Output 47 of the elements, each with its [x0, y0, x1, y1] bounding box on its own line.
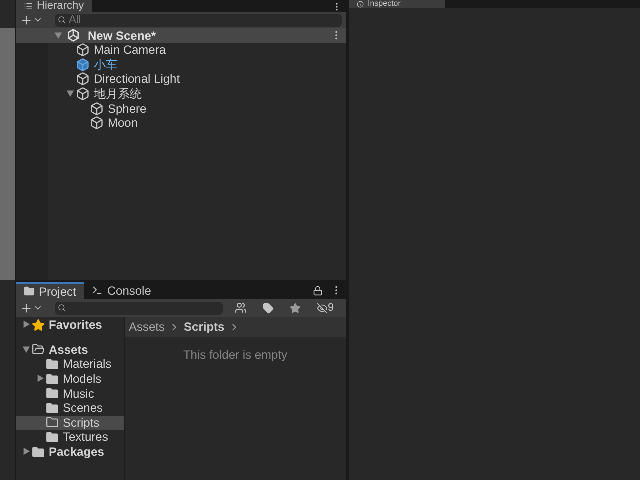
panel-tab[interactable]: Project	[16, 282, 84, 299]
info-icon	[357, 0, 364, 8]
breadcrumb-item[interactable]: Assets	[129, 318, 166, 336]
folder-icon	[46, 387, 59, 400]
inspector-tab[interactable]: Inspector	[349, 0, 445, 8]
filter-type-icon[interactable]	[235, 302, 247, 314]
search-field[interactable]: All	[55, 14, 342, 26]
search-icon	[58, 304, 66, 312]
lock-icon[interactable]	[313, 286, 323, 296]
collapsed-arrow-icon[interactable]	[22, 320, 30, 330]
list-icon	[24, 2, 33, 10]
folder-icon	[32, 446, 45, 459]
cube-icon	[90, 102, 104, 116]
scene-row[interactable]: New Scene*	[16, 28, 346, 43]
cube-icon	[76, 72, 90, 86]
cube-icon	[76, 87, 90, 102]
plus-icon	[20, 302, 33, 314]
folder-item[interactable]: Favorites	[49, 316, 102, 334]
star-icon[interactable]	[290, 302, 301, 314]
folder-icon	[24, 286, 35, 297]
cube-icon	[90, 116, 104, 130]
collapsed-arrow-icon[interactable]	[22, 447, 30, 456]
folder-icon	[46, 430, 59, 444]
folder-icon	[46, 416, 59, 430]
search-icon	[58, 16, 66, 24]
hidden-count-button[interactable]: 9	[317, 300, 334, 316]
star-icon	[32, 318, 45, 332]
panel-tab[interactable]: Console	[84, 282, 160, 299]
folder-icon	[46, 372, 59, 386]
cube-icon	[76, 58, 90, 72]
plus-icon	[20, 14, 33, 26]
search-field[interactable]	[55, 302, 223, 314]
tag-icon[interactable]	[263, 302, 274, 314]
add-button[interactable]	[20, 302, 43, 314]
expanded-arrow-icon[interactable]	[54, 30, 63, 40]
cube-icon	[76, 43, 90, 58]
expanded-arrow-icon[interactable]	[66, 89, 74, 98]
folder-icon	[46, 358, 59, 371]
hierarchy-tab[interactable]: Hierarchy	[16, 0, 92, 12]
collapsed-arrow-icon[interactable]	[36, 374, 44, 384]
folder-icon	[46, 402, 59, 415]
expanded-arrow-icon[interactable]	[22, 344, 30, 354]
breadcrumb-item[interactable]: Scripts	[184, 318, 225, 336]
add-button[interactable]	[20, 14, 43, 26]
folder-icon	[32, 343, 45, 356]
empty-message: This folder is empty	[183, 347, 288, 364]
console-icon	[92, 285, 104, 296]
